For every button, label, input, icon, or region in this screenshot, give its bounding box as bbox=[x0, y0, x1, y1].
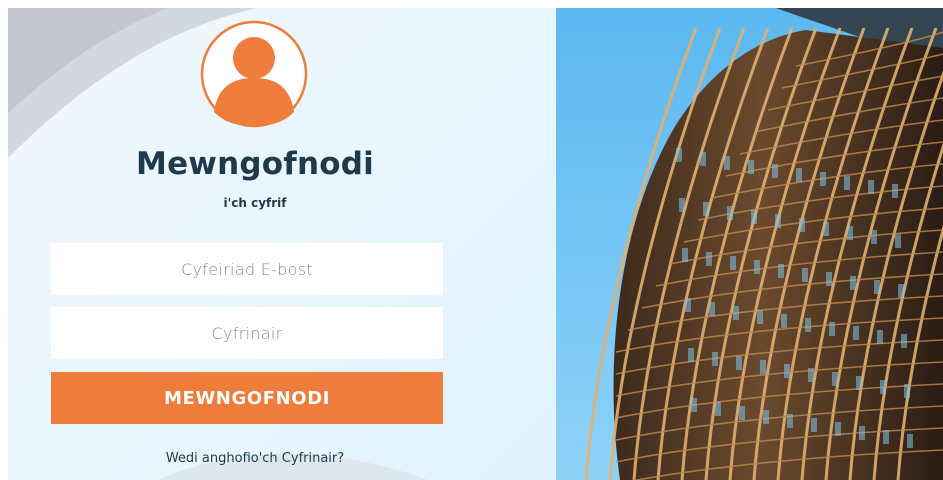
login-subtitle: i'ch cyfrif bbox=[223, 196, 287, 210]
user-avatar-icon bbox=[200, 20, 308, 128]
password-field[interactable] bbox=[51, 307, 443, 359]
login-panel: Mewngofnodi i'ch cyfrif MEWNGOFNODI Wedi… bbox=[8, 8, 556, 480]
building-illustration bbox=[556, 8, 943, 480]
building-photo bbox=[556, 8, 943, 480]
email-field[interactable] bbox=[51, 243, 443, 295]
login-button[interactable]: MEWNGOFNODI bbox=[51, 372, 443, 424]
login-page: Mewngofnodi i'ch cyfrif MEWNGOFNODI Wedi… bbox=[0, 0, 943, 480]
forgot-password-link[interactable]: Wedi anghofio'ch Cyfrinair? bbox=[8, 451, 502, 466]
login-title: Mewngofnodi bbox=[136, 146, 374, 182]
